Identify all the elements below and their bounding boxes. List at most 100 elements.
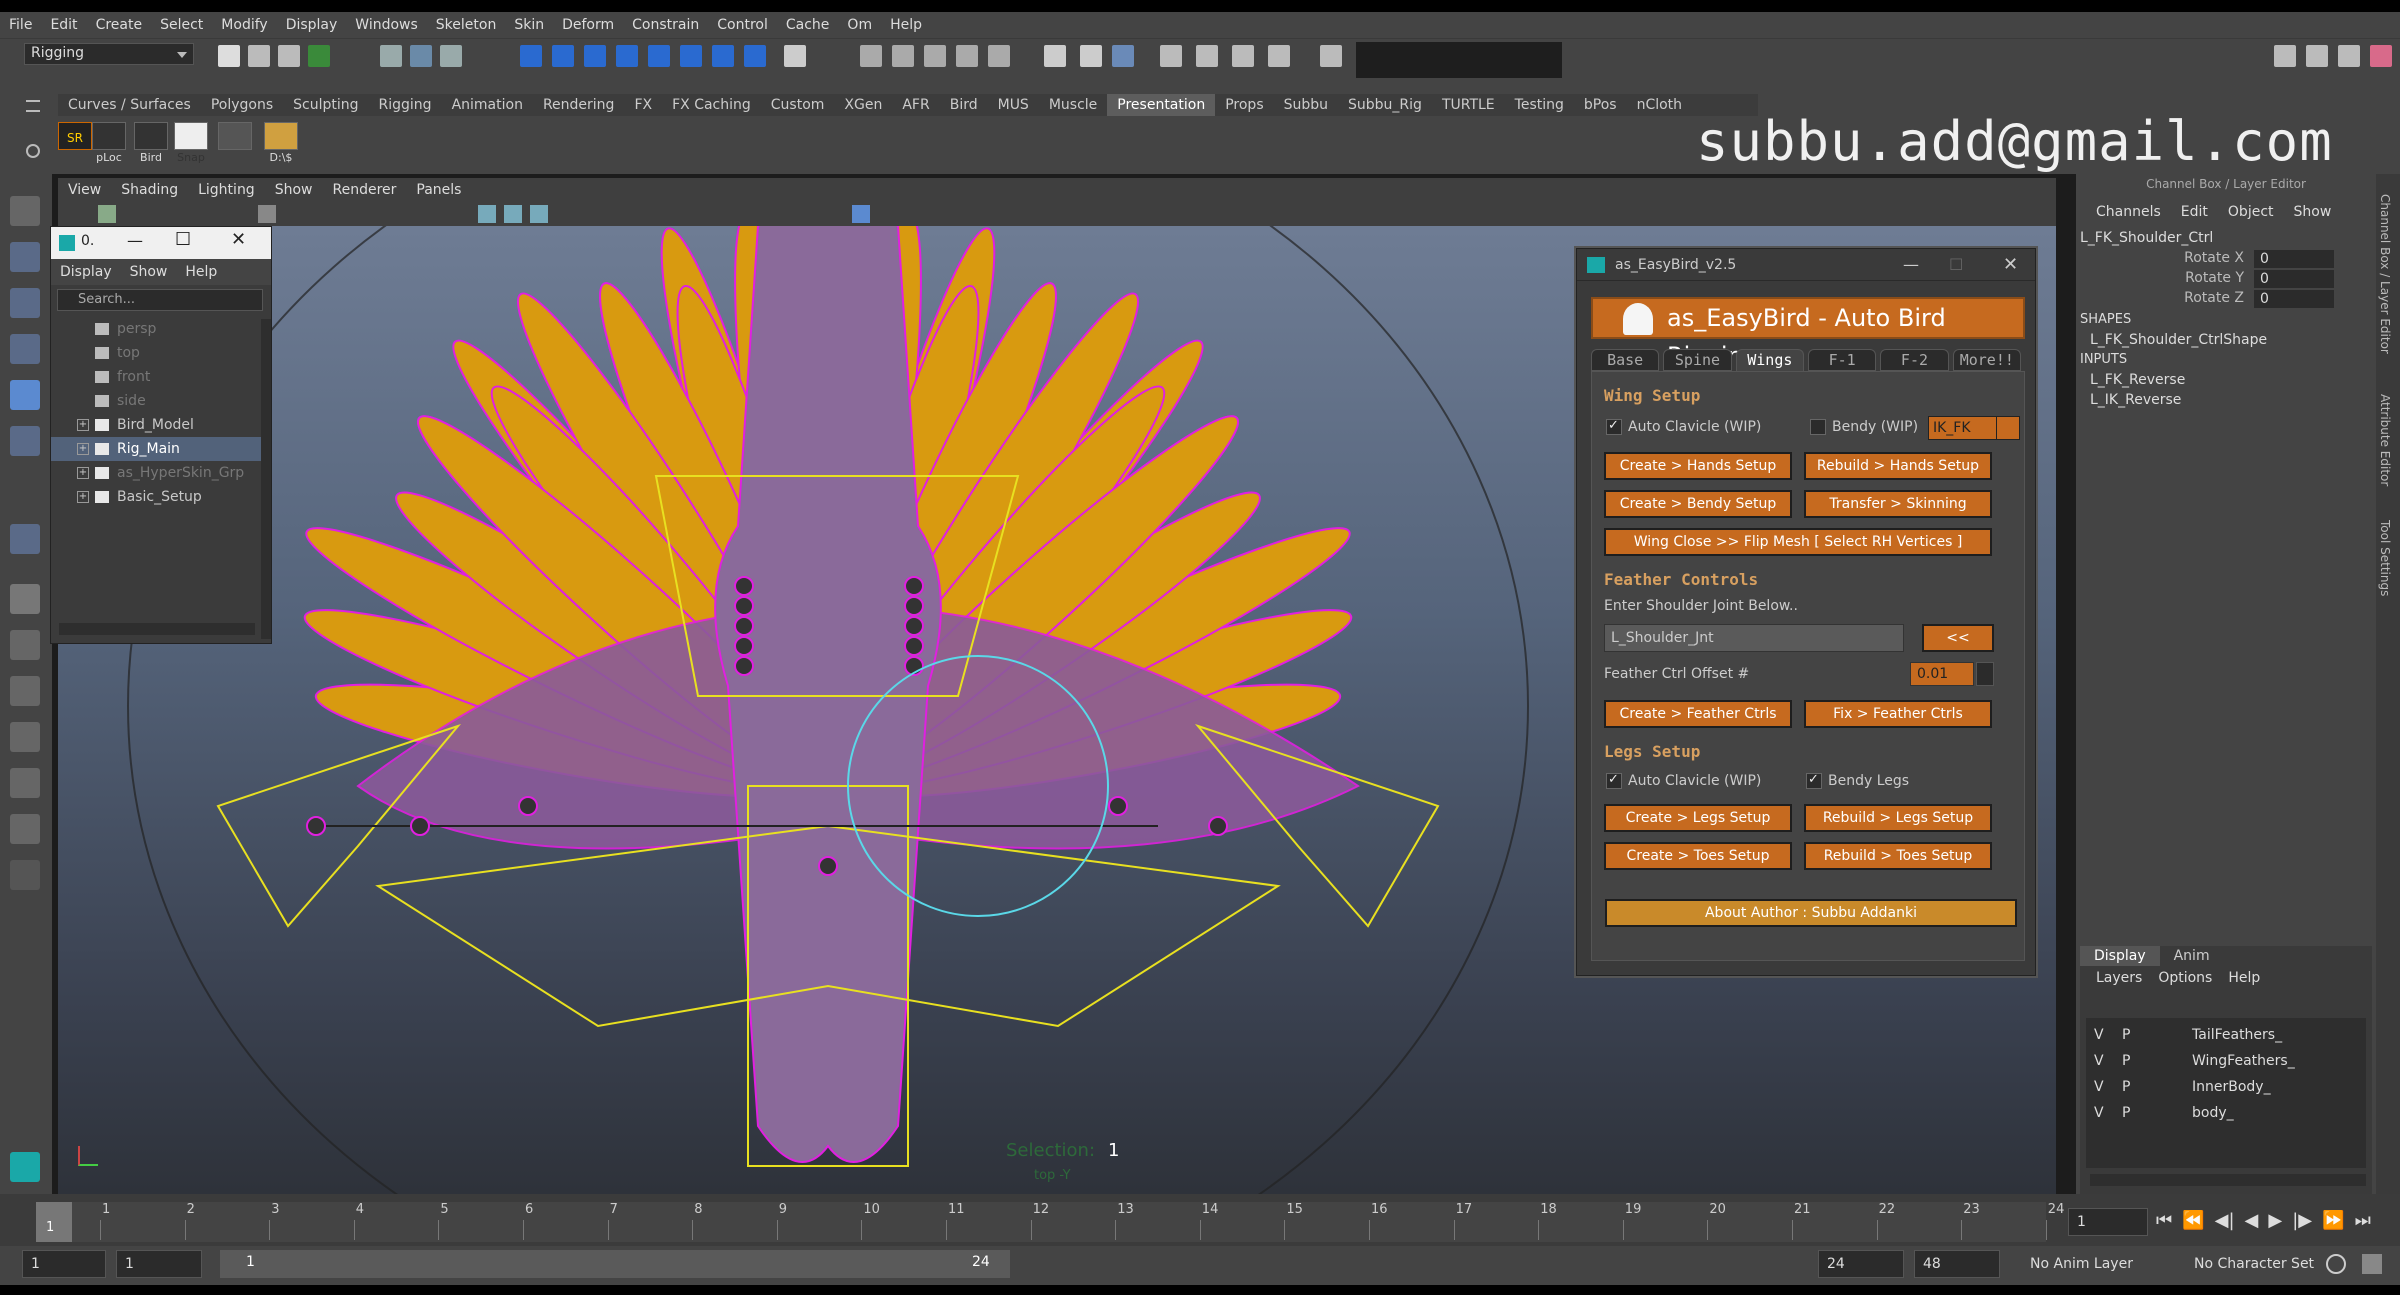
side-tab-attribute-editor[interactable]: Attribute Editor (2378, 394, 2392, 486)
shelf-tab-fx[interactable]: FX (624, 94, 662, 116)
step-forward-frame-icon[interactable]: |▶ (2292, 1210, 2312, 1231)
outliner-titlebar[interactable]: 0. — ☐ ✕ (51, 227, 271, 259)
side-tab-tool-settings[interactable]: Tool Settings (2378, 520, 2392, 596)
outliner-hscroll[interactable] (59, 623, 255, 635)
easybird-titlebar[interactable]: as_EasyBird_v2.5 — ☐ ✕ (1577, 249, 2035, 281)
camera-icon[interactable] (98, 205, 116, 223)
rotate-z-value[interactable]: 0 (2254, 290, 2334, 308)
playback-end-field[interactable]: 24 (1818, 1250, 1904, 1278)
layer-name[interactable]: body_ (2192, 1100, 2234, 1126)
outliner-item[interactable]: + Rig_Main (51, 437, 263, 461)
layer-name[interactable]: WingFeathers_ (2192, 1048, 2295, 1074)
layer-action-icons[interactable] (2254, 994, 2364, 1010)
tab-f2[interactable]: F-2 (1880, 349, 1949, 371)
rebuild-hands-setup-button[interactable]: Rebuild > Hands Setup (1804, 452, 1992, 480)
outliner-search-input[interactable]: Search... (57, 289, 263, 311)
current-frame-field[interactable]: 1 (2068, 1208, 2148, 1236)
new-scene-icon[interactable] (218, 45, 240, 67)
construction-history-icon[interactable] (860, 45, 882, 67)
bendy-legs-checkbox[interactable]: Bendy Legs (1806, 771, 1909, 790)
shelf-tab-polygons[interactable]: Polygons (201, 94, 283, 116)
shelf-tab-afr[interactable]: AFR (892, 94, 939, 116)
expand-icon[interactable]: + (77, 419, 89, 431)
go-end-icon[interactable]: ⏭ (2355, 1210, 2371, 1231)
ipr-render-icon[interactable] (956, 45, 978, 67)
channel-box-icon[interactable] (2370, 45, 2392, 67)
end-time-field[interactable]: 48 (1914, 1250, 2000, 1278)
playback-toggle[interactable]: P (2122, 1074, 2130, 1100)
layers-menu[interactable]: Layers (2088, 970, 2150, 986)
shelf-tab-muscle[interactable]: Muscle (1039, 94, 1107, 116)
layout-two-icon[interactable] (1196, 45, 1218, 67)
step-forward-key-icon[interactable]: ⏩ (2322, 1210, 2344, 1231)
shelf-tab-custom[interactable]: Custom (761, 94, 835, 116)
viewport-menu-view[interactable]: View (58, 182, 111, 198)
shelf-sr-button[interactable]: SR (58, 122, 92, 150)
render-view-icon[interactable] (892, 45, 914, 67)
transfer-skinning-button[interactable]: Transfer > Skinning (1804, 490, 1992, 518)
shelf-tab-bird[interactable]: Bird (940, 94, 988, 116)
grid-icon[interactable] (258, 205, 276, 223)
easybird-minimize-icon[interactable]: — (1903, 249, 1919, 281)
playback-toggle[interactable]: P (2122, 1048, 2130, 1074)
snap-view-icon[interactable] (616, 45, 638, 67)
layout-grid-icon[interactable] (10, 630, 40, 660)
textured-icon[interactable] (530, 205, 548, 223)
snap-plane-icon[interactable] (680, 45, 702, 67)
rotate-x-attr[interactable]: Rotate X 0 (2146, 250, 2366, 268)
shelf-tab-fx-caching[interactable]: FX Caching (662, 94, 761, 116)
create-legs-setup-button[interactable]: Create > Legs Setup (1604, 804, 1792, 832)
layout-outliner-icon[interactable] (1268, 45, 1290, 67)
feather-offset-field[interactable]: 0.01 (1910, 662, 1974, 686)
ik-fk-dropdown[interactable]: IK_FK (1928, 416, 2020, 440)
layout-node-icon[interactable] (10, 814, 40, 844)
layout-two-vert-icon[interactable] (10, 676, 40, 706)
save-scene-icon[interactable] (278, 45, 300, 67)
shelf-tab-rigging[interactable]: Rigging (369, 94, 442, 116)
menu-constrain[interactable]: Constrain (623, 17, 708, 33)
start-time-field[interactable]: 1 (22, 1250, 106, 1278)
smooth-shade-icon[interactable] (504, 205, 522, 223)
selected-object-name[interactable]: L_FK_Shoulder_Ctrl (2080, 230, 2213, 246)
preferences-icon[interactable] (2362, 1254, 2382, 1274)
outliner-item[interactable]: front (51, 365, 263, 389)
menu-deform[interactable]: Deform (553, 17, 623, 33)
outliner-item[interactable]: persp (51, 317, 263, 341)
select-hierarchy-icon[interactable] (380, 45, 402, 67)
legs-auto-clavicle-checkbox[interactable]: Auto Clavicle (WIP) (1606, 771, 1761, 790)
easybird-close-icon[interactable]: ✕ (2003, 249, 2018, 281)
menu-file[interactable]: File (0, 17, 41, 33)
open-scene-icon[interactable] (248, 45, 270, 67)
layer-row[interactable]: V P WingFeathers_ (2086, 1048, 2366, 1074)
time-slider-track[interactable]: 1 2 3 4 5 6 7 8 9 10 11 12 13 14 15 16 17 18 19 20 21 22 23 24 (36, 1202, 2064, 1242)
menu-skin[interactable]: Skin (505, 17, 553, 33)
shelf-tab-animation[interactable]: Animation (442, 94, 533, 116)
sidebar-toggle-icon[interactable] (1320, 45, 1342, 67)
snap-curve-icon[interactable] (552, 45, 574, 67)
playback-toggle[interactable]: P (2122, 1022, 2130, 1048)
shelf-folder-button[interactable]: D:\$ (264, 122, 298, 164)
layer-hscroll[interactable] (2090, 1174, 2366, 1186)
outliner-item[interactable]: + Bird_Model (51, 413, 263, 437)
auto-key-icon[interactable] (2326, 1254, 2346, 1274)
viewport-menu-shading[interactable]: Shading (111, 182, 188, 198)
rebuild-legs-setup-button[interactable]: Rebuild > Legs Setup (1804, 804, 1992, 832)
outliner-menu-help[interactable]: Help (176, 264, 226, 280)
tab-anim[interactable]: Anim (2159, 946, 2224, 966)
scale-tool-icon[interactable] (10, 426, 40, 456)
lasso-tool-icon[interactable] (10, 242, 40, 272)
snap-point-icon[interactable] (584, 45, 606, 67)
shoulder-joint-field[interactable]: L_Shoulder_Jnt (1604, 624, 1904, 652)
play-forward-icon[interactable]: ▶ (2268, 1210, 2282, 1231)
object-menu[interactable]: Object (2218, 204, 2284, 220)
toggle-panel-icon[interactable] (1112, 45, 1134, 67)
menu-modify[interactable]: Modify (212, 17, 276, 33)
input-line-icon[interactable] (1044, 45, 1066, 67)
shelf-tab-props[interactable]: Props (1215, 94, 1273, 116)
play-back-icon[interactable]: ◀ (2245, 1210, 2259, 1231)
playback-toggle[interactable]: P (2122, 1100, 2130, 1126)
easybird-maximize-icon[interactable]: ☐ (1949, 249, 1963, 281)
viewport-menu-lighting[interactable]: Lighting (188, 182, 265, 198)
layout-custom-icon[interactable] (10, 860, 40, 890)
outliner-item[interactable]: top (51, 341, 263, 365)
